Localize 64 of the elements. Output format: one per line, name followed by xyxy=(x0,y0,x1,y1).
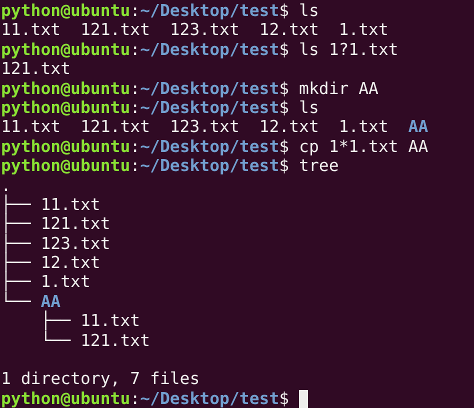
output-text: 1 directory, 7 files xyxy=(1,369,200,389)
prompt-user-host: python@ubuntu xyxy=(1,136,130,156)
tree-root: . xyxy=(1,176,11,195)
tree-branch: ├── xyxy=(1,234,31,253)
prompt-symbol: $ xyxy=(279,1,290,20)
prompt-separator: : xyxy=(130,136,140,156)
file-name: 123.txt xyxy=(40,234,110,254)
directory-name: AA xyxy=(40,292,61,311)
tree-branch: ├── xyxy=(1,253,31,272)
prompt-symbol: $ xyxy=(279,78,290,98)
tree-branch: ├── xyxy=(1,194,31,214)
file-name: 1.txt xyxy=(40,272,90,292)
prompt-path: ~/Desktop/test xyxy=(140,136,280,156)
file-name: 121.txt xyxy=(80,330,150,350)
command-text: cp 1*1.txt AA xyxy=(299,136,428,156)
prompt-symbol: $ xyxy=(279,136,290,156)
tree-branch: └── xyxy=(40,330,71,350)
tree-branch: ├── xyxy=(40,311,71,330)
file-name: 121.txt xyxy=(1,59,71,79)
prompt-user-host: python@ubuntu xyxy=(1,1,130,20)
file-name: 12.txt xyxy=(40,253,100,272)
prompt-symbol: $ xyxy=(279,98,290,118)
prompt-separator: : xyxy=(130,388,140,408)
file-name: 1.txt xyxy=(338,117,388,137)
prompt-separator: : xyxy=(130,78,140,98)
prompt-path: ~/Desktop/test xyxy=(140,98,280,118)
prompt-path: ~/Desktop/test xyxy=(140,156,280,176)
file-name: 121.txt xyxy=(80,20,150,40)
prompt-path: ~/Desktop/test xyxy=(140,1,280,20)
file-name: 121.txt xyxy=(40,214,110,234)
file-name: 12.txt xyxy=(259,20,319,40)
file-name: 123.txt xyxy=(170,117,240,137)
prompt-separator: : xyxy=(130,40,140,60)
command-text: mkdir AA xyxy=(299,78,378,98)
prompt-user-host: python@ubuntu xyxy=(1,388,130,408)
prompt-separator: : xyxy=(130,156,140,176)
file-name: 11.txt xyxy=(1,117,61,137)
prompt-separator: : xyxy=(130,1,140,20)
prompt-path: ~/Desktop/test xyxy=(140,388,280,408)
tree-branch: ├── xyxy=(1,214,31,234)
prompt-symbol: $ xyxy=(279,40,290,60)
prompt-path: ~/Desktop/test xyxy=(140,40,280,60)
file-name: 11.txt xyxy=(1,20,61,40)
prompt-symbol: $ xyxy=(279,388,290,408)
prompt-user-host: python@ubuntu xyxy=(1,78,130,98)
file-name: 11.txt xyxy=(80,311,140,331)
prompt-user-host: python@ubuntu xyxy=(1,40,130,60)
prompt-path: ~/Desktop/test xyxy=(140,78,280,98)
prompt-symbol: $ xyxy=(279,156,290,176)
command-text: ls xyxy=(299,1,319,20)
directory-name: AA xyxy=(408,117,428,137)
file-name: 1.txt xyxy=(338,20,388,40)
command-text: tree xyxy=(299,156,339,176)
file-name: 123.txt xyxy=(170,20,240,40)
file-name: 11.txt xyxy=(40,194,100,214)
file-name: 12.txt xyxy=(259,117,319,137)
tree-branch: ├── xyxy=(1,272,31,292)
file-name: 121.txt xyxy=(80,117,150,137)
command-text: ls 1?1.txt xyxy=(299,40,398,60)
prompt-user-host: python@ubuntu xyxy=(1,98,130,118)
prompt-separator: : xyxy=(130,98,140,118)
tree-branch: └── xyxy=(1,292,31,312)
prompt-user-host: python@ubuntu xyxy=(1,156,130,176)
command-text: ls xyxy=(299,98,319,118)
